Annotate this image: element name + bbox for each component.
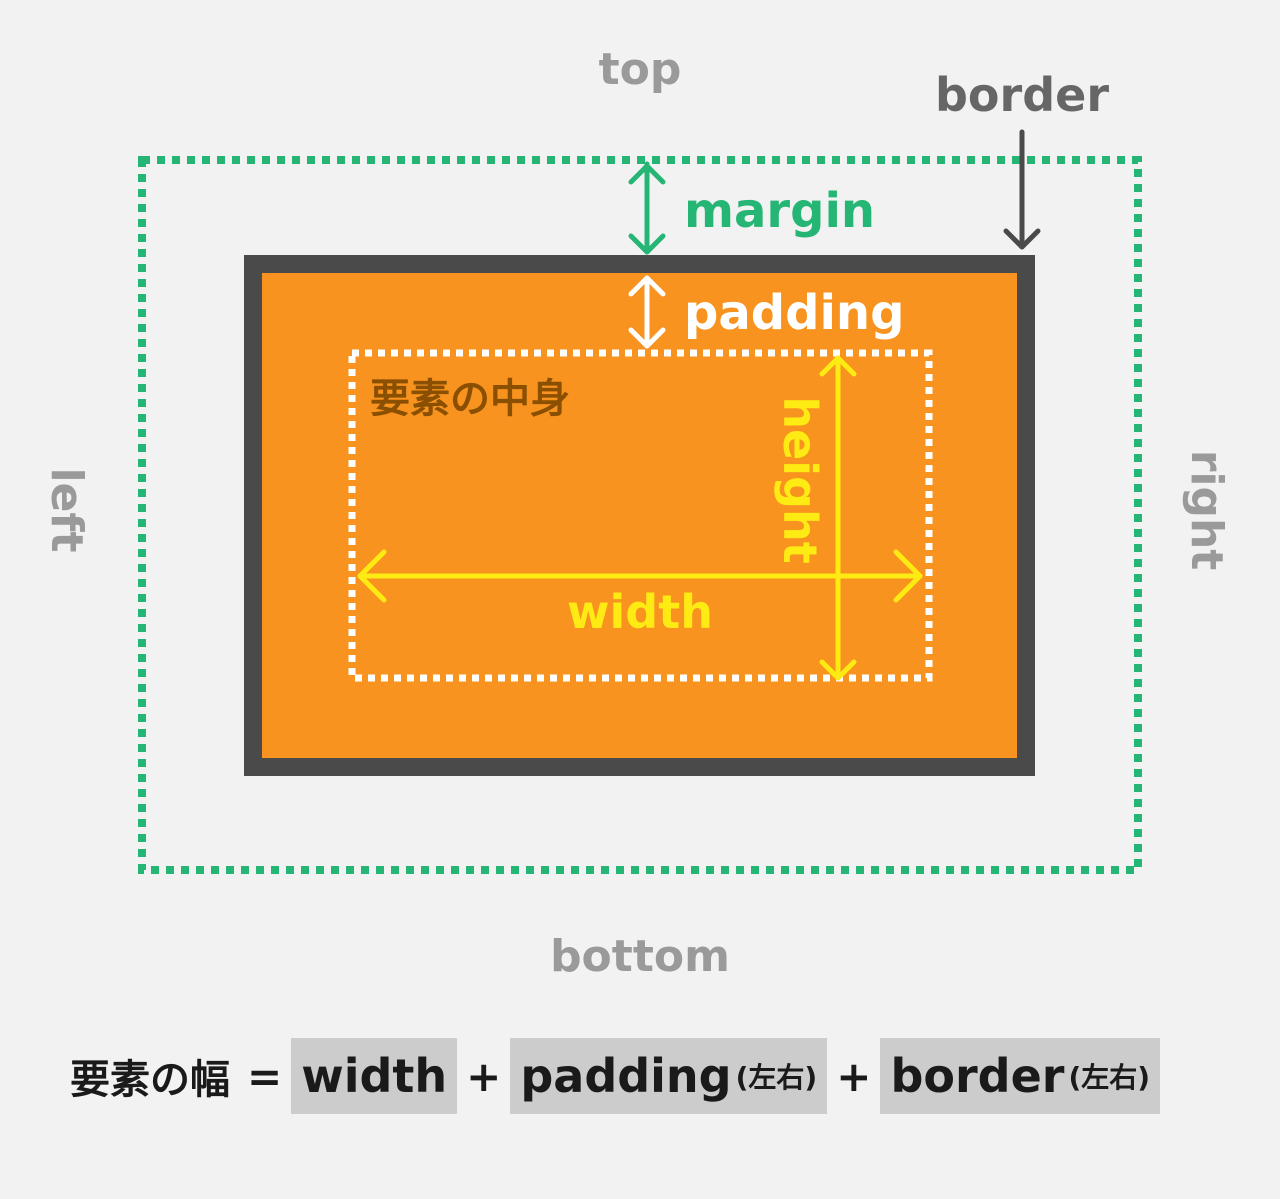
formula-equals: = (247, 1051, 283, 1101)
border-label: border (935, 68, 1109, 122)
formula-term-padding: padding (左右) (510, 1038, 828, 1114)
formula-term-width-text: width (301, 1049, 448, 1103)
formula-term-width: width (291, 1038, 458, 1114)
content-label: 要素の中身 (370, 376, 570, 422)
margin-label: margin (684, 183, 875, 239)
left-label: left (41, 467, 92, 552)
box-model-diagram: top bottom left right border margin padd… (41, 44, 1232, 982)
formula-term-border: border (左右) (880, 1038, 1161, 1114)
formula-term-padding-text: padding (520, 1049, 732, 1103)
width-formula: 要素の幅 = width + padding (左右) + border (左右… (70, 1038, 1161, 1114)
right-label: right (1181, 450, 1232, 571)
bottom-label: bottom (550, 931, 730, 982)
top-label: top (599, 44, 682, 95)
formula-term-border-text: border (890, 1049, 1065, 1103)
margin-arrow (628, 161, 666, 255)
border-pointer-arrow (1003, 129, 1041, 250)
formula-plus-2: + (836, 1051, 872, 1101)
formula-plus-1: + (466, 1051, 502, 1101)
padding-label: padding (684, 285, 904, 341)
formula-term-padding-suffix: (左右) (735, 1061, 818, 1094)
formula-term-border-suffix: (左右) (1068, 1061, 1151, 1094)
height-label: height (773, 396, 827, 563)
width-label: width (567, 585, 713, 639)
formula-lhs: 要素の幅 (70, 1057, 230, 1103)
